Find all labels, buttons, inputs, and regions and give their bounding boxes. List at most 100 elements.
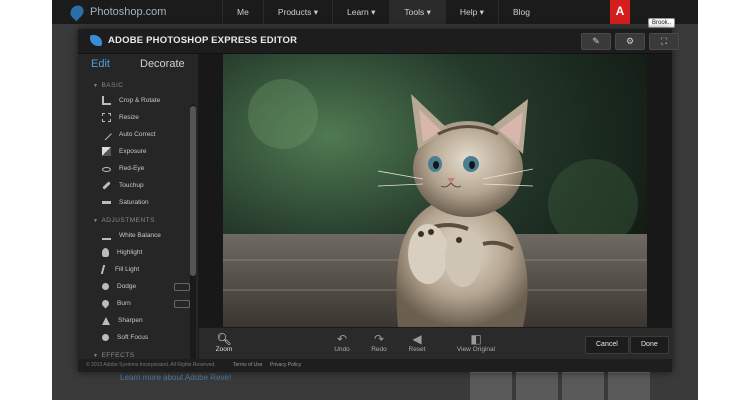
sidebar-item-white-balance[interactable]: White Balance	[78, 227, 198, 244]
dodge-options-icon[interactable]	[174, 283, 190, 291]
nav-item-help[interactable]: Help ▾	[444, 0, 498, 24]
tools-icon[interactable]: ✎	[581, 33, 611, 50]
soft-focus-icon	[102, 334, 109, 341]
nav-item-blog[interactable]: Blog	[497, 0, 544, 24]
compare-icon: ◧	[470, 332, 482, 346]
eye-icon	[102, 167, 111, 172]
sidebar-item-label: Sharpen	[118, 317, 143, 324]
nav-item-me[interactable]: Me	[222, 0, 263, 24]
sharpen-icon	[102, 316, 110, 325]
done-button[interactable]: Done	[630, 336, 669, 354]
sidebar-item-highlight[interactable]: Highlight	[78, 244, 198, 261]
gear-icon[interactable]: ⚙	[615, 33, 645, 50]
sidebar-item-crop-rotate[interactable]: Crop & Rotate	[78, 92, 198, 109]
bulb-icon	[102, 248, 109, 257]
exposure-icon	[102, 147, 111, 156]
sidebar-item-label: Dodge	[117, 283, 137, 290]
sidebar-item-touchup[interactable]: Touchup	[78, 177, 198, 194]
editor-window: ADOBE PHOTOSHOP EXPRESS EDITOR ✎ ⚙ ⛶ Edi…	[78, 29, 679, 372]
section-effects-label: EFFECTS	[101, 352, 135, 359]
sidebar-item-label: Touchup	[119, 182, 144, 189]
resize-icon	[102, 113, 111, 122]
nav-item-tools[interactable]: Tools ▾	[389, 0, 445, 24]
tab-decorate[interactable]: Decorate	[140, 58, 185, 70]
sidebar-item-soft-focus[interactable]: Soft Focus	[78, 329, 198, 346]
cancel-button[interactable]: Cancel	[585, 336, 629, 354]
sidebar-item-red-eye[interactable]: Red-Eye	[78, 160, 198, 177]
redo-label: Redo	[371, 346, 387, 353]
view-original-button[interactable]: ◧ View Original	[436, 332, 516, 353]
magnifier-icon: 🔍︎	[216, 332, 232, 346]
privacy-link[interactable]: Privacy Policy	[270, 362, 301, 368]
edit-sidebar: Edit Decorate ▼ BASIC Crop & Rotate Resiz…	[78, 54, 199, 359]
sidebar-item-label: Resize	[119, 114, 139, 121]
photoshop-logo-icon	[67, 2, 87, 22]
sidebar-item-label: Auto Correct	[119, 131, 156, 138]
crop-icon	[102, 96, 111, 105]
section-adjustments-label: ADJUSTMENTS	[101, 217, 155, 224]
dodge-icon	[102, 283, 109, 290]
burn-options-icon[interactable]	[174, 300, 190, 308]
photoshop-express-logo-icon	[90, 35, 102, 46]
balance-icon	[102, 231, 111, 240]
sidebar-item-resize[interactable]: Resize	[78, 109, 198, 126]
site-brand[interactable]: Photoshop.com	[67, 2, 210, 22]
section-adjustments[interactable]: ▼ ADJUSTMENTS	[78, 214, 198, 227]
zoom-button[interactable]: 🔍︎ Zoom	[199, 332, 249, 353]
sidebar-item-auto-correct[interactable]: Auto Correct	[78, 126, 198, 143]
nav-item-learn[interactable]: Learn ▾	[331, 0, 389, 24]
titlebar-tools: ✎ ⚙ ⛶	[581, 33, 679, 50]
sidebar-item-label: Fill Light	[115, 266, 140, 273]
fullscreen-icon[interactable]: ⛶	[649, 33, 679, 50]
wand-icon	[101, 129, 112, 140]
scrollbar-thumb[interactable]	[190, 106, 196, 276]
nav-item-products[interactable]: Products ▾	[262, 0, 332, 24]
undo-label: Undo	[334, 346, 350, 353]
terms-link[interactable]: Terms of Use	[233, 362, 262, 368]
kitten-photo-image	[223, 54, 647, 327]
sidebar-item-fill-light[interactable]: Fill Light	[78, 261, 198, 278]
adobe-logo-icon[interactable]: A	[610, 0, 630, 24]
reset-label: Reset	[408, 346, 426, 353]
view-original-label: View Original	[456, 346, 496, 353]
sidebar-item-label: Crop & Rotate	[119, 97, 161, 104]
sidebar-item-exposure[interactable]: Exposure	[78, 143, 198, 160]
collapse-triangle-icon: ▼	[93, 353, 99, 359]
sidebar-item-burn[interactable]: Burn	[78, 295, 198, 312]
editor-footer: © 2013 Adobe Systems Incorporated. All R…	[78, 359, 672, 372]
saturation-icon	[102, 201, 111, 204]
zoom-label: Zoom	[215, 346, 233, 353]
sidebar-item-label: Highlight	[117, 249, 143, 256]
sidebar-item-label: Red-Eye	[119, 165, 145, 172]
sidebar-tabs: Edit Decorate	[78, 54, 198, 76]
sidebar-item-label: Burn	[117, 300, 131, 307]
bolt-icon	[100, 265, 109, 274]
editor-titlebar: ADOBE PHOTOSHOP EXPRESS EDITOR ✎ ⚙ ⛶	[78, 29, 679, 54]
editor-title: ADOBE PHOTOSHOP EXPRESS EDITOR	[108, 35, 298, 46]
sidebar-item-sharpen[interactable]: Sharpen	[78, 312, 198, 329]
sidebar-item-label: Soft Focus	[117, 334, 149, 341]
background-thumbnails	[470, 372, 650, 400]
sidebar-item-label: White Balance	[119, 232, 161, 239]
sidebar-item-dodge[interactable]: Dodge	[78, 278, 198, 295]
burn-icon	[100, 298, 111, 309]
reset-button[interactable]: ◀ Reset	[392, 332, 442, 353]
background-link[interactable]: Learn more about Adobe Reve!	[120, 373, 231, 382]
sidebar-item-label: Exposure	[119, 148, 147, 155]
photo-canvas[interactable]	[199, 54, 672, 327]
sidebar-item-label: Saturation	[119, 199, 149, 206]
tab-edit[interactable]: Edit	[91, 58, 110, 70]
site-nav: Me Products ▾ Learn ▾ Tools ▾ Help ▾ Blo…	[222, 0, 544, 24]
user-tooltip: Brook..	[648, 18, 676, 28]
sidebar-scrollbar[interactable]	[190, 104, 196, 359]
reset-icon: ◀	[412, 332, 422, 346]
section-basic-label: BASIC	[101, 82, 124, 89]
section-effects[interactable]: ▼ EFFECTS	[78, 349, 198, 359]
kitten-photo	[223, 54, 647, 327]
bottom-toolbar: 🔍︎ Zoom ↶ Undo ↷ Redo ◀ Reset ◧ View Ori…	[199, 327, 672, 360]
site-brand-label: Photoshop.com	[90, 6, 167, 18]
section-basic[interactable]: ▼ BASIC	[78, 79, 198, 92]
sidebar-item-saturation[interactable]: Saturation	[78, 194, 198, 211]
copyright-text: © 2013 Adobe Systems Incorporated. All R…	[86, 362, 216, 368]
touchup-icon	[102, 181, 111, 190]
